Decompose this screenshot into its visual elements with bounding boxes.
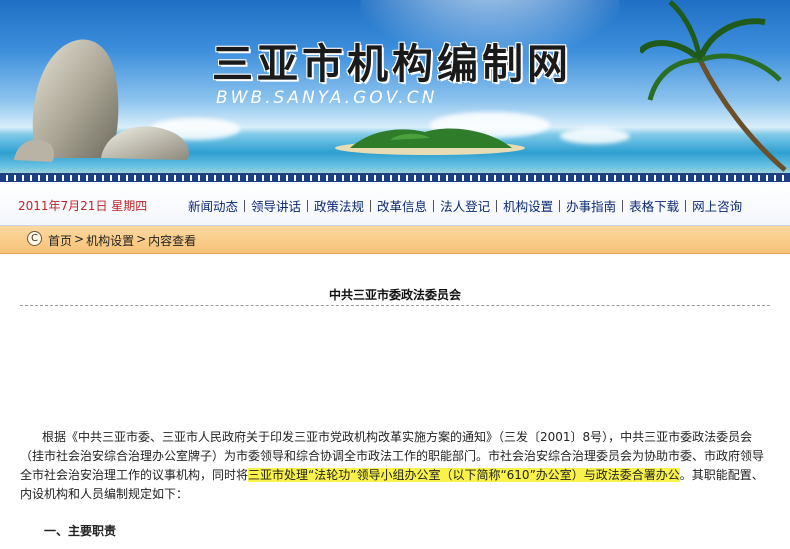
banner-border-decoration (0, 173, 790, 182)
section-heading: 一、主要职责 (44, 524, 117, 538)
site-title: 三亚市机构编制网 (212, 40, 572, 88)
nav-item-leader-speeches[interactable]: 领导讲话 (251, 196, 301, 215)
article-paragraph: 根据《中共三亚市委、三亚市人民政府关于印发三亚市党政机构改革实施方案的通知》（三… (20, 428, 770, 504)
nav-item-policies[interactable]: 政策法规 (314, 196, 364, 215)
nav-item-service-guide[interactable]: 办事指南 (566, 196, 616, 215)
nav-separator (433, 199, 435, 212)
article-content: 中共三亚市委政法委员会 根据《中共三亚市委、三亚市人民政府关于印发三亚市党政机构… (0, 254, 790, 549)
nav-item-form-downloads[interactable]: 表格下载 (629, 196, 679, 215)
palm-tree-icon (640, 0, 787, 172)
landmark-rock-icon (14, 39, 189, 162)
nav-separator (244, 199, 246, 212)
nav-item-institutions[interactable]: 机构设置 (503, 196, 553, 215)
breadcrumb-home[interactable]: 首页 (48, 232, 72, 249)
nav-separator (496, 199, 498, 212)
nav-separator (559, 199, 561, 212)
nav-separator (622, 199, 624, 212)
nav-item-online-consult[interactable]: 网上咨询 (692, 196, 742, 215)
site-banner: 三亚市机构编制网 BWB.SANYA.GOV.CN (0, 0, 790, 182)
current-date: 2011年7月21日 星期四 (18, 199, 148, 213)
nav-separator (307, 199, 309, 212)
highlighted-text: 三亚市处理“法轮功”领导小组办公室（以下简称“610”办公室）与政法委合署办公 (248, 468, 680, 482)
nav-menu: 新闻动态 领导讲话 政策法规 改革信息 法人登记 机构设置 办事指南 表格下载 … (188, 196, 742, 215)
main-navbar: 2011年7月21日 星期四 新闻动态 领导讲话 政策法规 改革信息 法人登记 … (0, 182, 790, 226)
breadcrumb-separator: > (136, 232, 147, 246)
breadcrumb-separator: > (74, 232, 85, 246)
title-divider (20, 305, 770, 306)
nav-item-legal-registration[interactable]: 法人登记 (440, 196, 490, 215)
site-url: BWB.SANYA.GOV.CN (216, 88, 438, 108)
article-title: 中共三亚市委政法委员会 (328, 288, 461, 302)
breadcrumb-bar: C 首页 > 机构设置 > 内容查看 (0, 226, 790, 254)
nav-separator (685, 199, 687, 212)
nav-item-news[interactable]: 新闻动态 (188, 196, 238, 215)
island-icon (335, 128, 525, 155)
nav-separator (370, 199, 372, 212)
nav-item-reform-info[interactable]: 改革信息 (377, 196, 427, 215)
breadcrumb-institutions[interactable]: 机构设置 (86, 232, 134, 249)
cloud-decoration (560, 128, 630, 144)
circle-c-icon: C (27, 231, 42, 246)
breadcrumb-current: 内容查看 (148, 234, 197, 248)
breadcrumb: 首页 > 机构设置 > 内容查看 (48, 232, 196, 249)
